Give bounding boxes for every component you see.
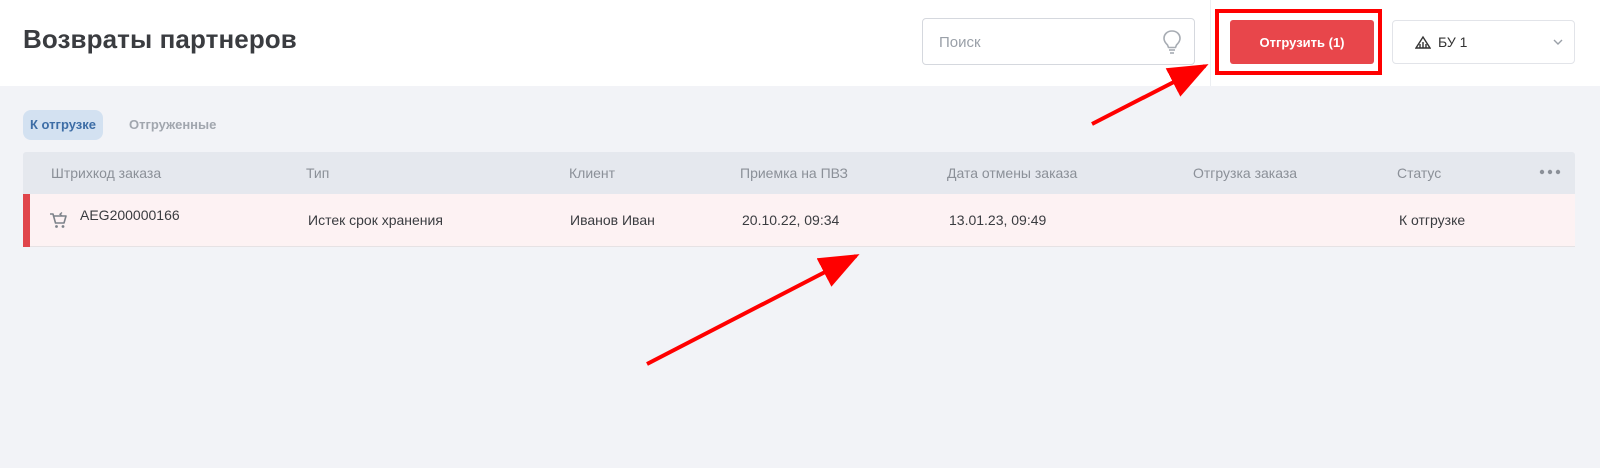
cell-cancel-date: 13.01.23, 09:49 [949, 212, 1047, 228]
lightbulb-icon[interactable] [1162, 29, 1182, 55]
search-box[interactable] [922, 18, 1195, 65]
column-header-client[interactable]: Клиент [569, 165, 615, 181]
column-header-status[interactable]: Статус [1397, 165, 1441, 181]
chevron-down-icon [1553, 39, 1563, 45]
cell-type: Истек срок хранения [308, 212, 443, 228]
column-header-received[interactable]: Приемка на ПВЗ [740, 165, 848, 181]
unit-select[interactable]: БУ 1 [1392, 20, 1575, 64]
table-row[interactable]: AEG200000166 Истек срок хранения Иванов … [23, 194, 1575, 247]
cart-return-icon [50, 212, 67, 228]
column-header-cancel-date[interactable]: Дата отмены заказа [947, 165, 1077, 181]
annotation-arrow-to-row [646, 254, 860, 366]
warehouse-icon [1415, 35, 1431, 49]
column-header-type[interactable]: Тип [306, 165, 329, 181]
row-status-marker [23, 194, 30, 247]
cell-status: К отгрузке [1399, 212, 1466, 228]
more-options-icon[interactable] [1539, 169, 1561, 175]
cell-client: Иванов Иван [570, 212, 655, 228]
column-header-barcode[interactable]: Штрихкод заказа [51, 165, 161, 181]
page-header: Возвраты партнеров Отгрузить (1) БУ 1 [0, 0, 1600, 86]
unit-select-label: БУ 1 [1438, 34, 1468, 50]
tab-shipped[interactable]: Отгруженные [122, 110, 223, 140]
search-input[interactable] [937, 31, 1147, 53]
header-divider [1210, 0, 1211, 86]
page-title: Возвраты партнеров [23, 24, 297, 54]
table-header: Штрихкод заказа Тип Клиент Приемка на ПВ… [23, 152, 1575, 194]
tab-to-ship[interactable]: К отгрузке [23, 110, 103, 140]
ship-button[interactable]: Отгрузить (1) [1230, 20, 1374, 64]
cell-barcode[interactable]: AEG200000166 [80, 207, 180, 223]
column-header-shipment[interactable]: Отгрузка заказа [1193, 165, 1297, 181]
cell-received: 20.10.22, 09:34 [742, 212, 840, 228]
returns-table: Штрихкод заказа Тип Клиент Приемка на ПВ… [23, 152, 1575, 247]
